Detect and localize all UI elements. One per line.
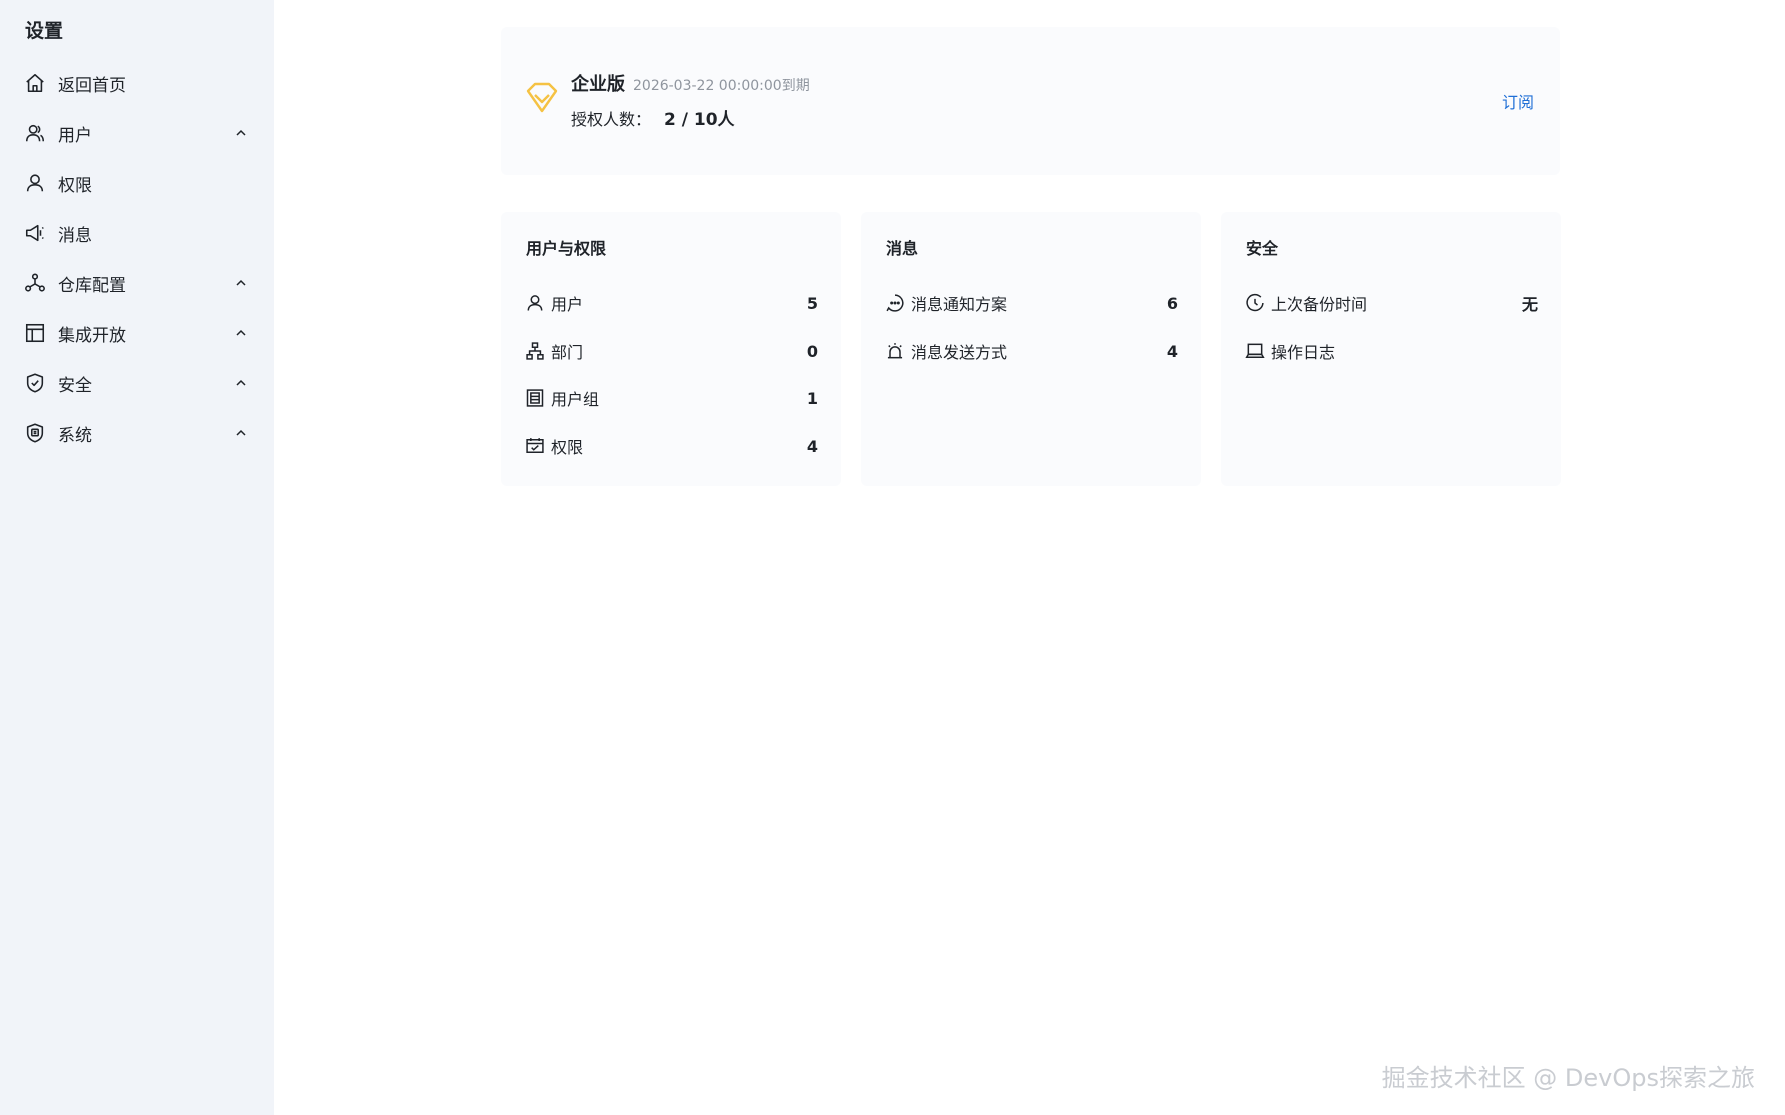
laptop-icon <box>1244 340 1266 362</box>
row-value: 无 <box>1521 295 1538 314</box>
sidebar-item-system[interactable]: 系统 <box>0 408 274 458</box>
sidebar-title: 设置 <box>25 20 64 42</box>
row-label: 消息发送方式 <box>911 343 1008 362</box>
chevron-up-icon <box>234 276 248 290</box>
row-label: 用户 <box>551 295 584 314</box>
hub-icon <box>23 271 47 295</box>
sidebar-item-label: 消息 <box>58 225 92 246</box>
row-value: 0 <box>806 341 818 361</box>
subscribe-link[interactable]: 订阅 <box>1502 89 1534 113</box>
row-value: 6 <box>1166 293 1178 313</box>
sidebar-nav: 返回首页 用户 权限 消息 仓库配置 集成开放 安全 系统 <box>0 58 274 458</box>
watermark: 掘金技术社区 @ DevOps探索之旅 <box>1381 1064 1755 1092</box>
card-title: 安全 <box>1246 239 1279 258</box>
card-title: 用户与权限 <box>526 239 607 258</box>
card-messages: 消息 消息通知方案 6 消息发送方式 4 <box>861 212 1201 486</box>
chevron-up-icon <box>234 326 248 340</box>
sidebar-item-integration[interactable]: 集成开放 <box>0 308 274 358</box>
chevron-up-icon <box>234 426 248 440</box>
row-value: 4 <box>1166 341 1178 361</box>
chevron-up-icon <box>234 376 248 390</box>
sidebar-item-label: 返回首页 <box>58 75 126 96</box>
shield-gear-icon <box>23 421 47 445</box>
home-icon <box>23 71 47 95</box>
sidebar-item-messages[interactable]: 消息 <box>0 208 274 258</box>
sidebar: 设置 返回首页 用户 权限 消息 仓库配置 集成开放 安全 系统 <box>0 0 274 1115</box>
sidebar-item-label: 安全 <box>58 375 92 396</box>
card-row-permissions[interactable]: 权限 4 <box>524 431 818 461</box>
shield-check-icon <box>23 371 47 395</box>
sidebar-item-label: 系统 <box>58 425 92 446</box>
license-edition: 企业版 <box>571 74 625 95</box>
card-row-notification-schemes[interactable]: 消息通知方案 6 <box>884 288 1178 318</box>
card-row-departments[interactable]: 部门 0 <box>524 336 818 366</box>
row-value: 1 <box>806 388 818 408</box>
user-icon <box>524 292 546 314</box>
card-row-user-groups[interactable]: 用户组 1 <box>524 383 818 413</box>
chat-bubble-icon <box>884 292 906 314</box>
sidebar-item-label: 权限 <box>58 175 92 196</box>
calendar-check-icon <box>524 435 546 457</box>
card-row-last-backup[interactable]: 上次备份时间 无 <box>1244 288 1538 318</box>
row-label: 操作日志 <box>1271 343 1336 362</box>
chevron-up-icon <box>234 126 248 140</box>
megaphone-icon <box>23 221 47 245</box>
license-seats-label: 授权人数： <box>571 110 652 129</box>
card-title: 消息 <box>886 239 919 258</box>
license-card <box>501 27 1560 175</box>
sidebar-item-label: 集成开放 <box>58 325 126 346</box>
card-security: 安全 上次备份时间 无 操作日志 <box>1221 212 1561 486</box>
sidebar-item-users[interactable]: 用户 <box>0 108 274 158</box>
row-label: 权限 <box>551 438 584 457</box>
row-label: 消息通知方案 <box>911 295 1008 314</box>
row-value: 4 <box>806 436 818 456</box>
row-value: 5 <box>806 293 818 313</box>
main-content: 企业版 2026-03-22 00:00:00到期 授权人数： 2 / 10人 … <box>274 0 1785 1115</box>
row-label: 部门 <box>551 343 584 362</box>
card-row-users[interactable]: 用户 5 <box>524 288 818 318</box>
card-row-operation-logs[interactable]: 操作日志 <box>1244 336 1538 366</box>
diamond-icon <box>524 80 560 116</box>
layout-icon <box>23 321 47 345</box>
sidebar-item-permissions[interactable]: 权限 <box>0 158 274 208</box>
user-icon <box>23 171 47 195</box>
alarm-icon <box>884 340 906 362</box>
building-icon <box>524 387 546 409</box>
row-label: 用户组 <box>551 390 600 409</box>
sidebar-item-label: 用户 <box>58 125 92 146</box>
sidebar-item-label: 仓库配置 <box>58 275 126 296</box>
license-seats-value: 2 / 10人 <box>664 110 735 130</box>
org-chart-icon <box>524 340 546 362</box>
sidebar-item-security[interactable]: 安全 <box>0 358 274 408</box>
license-expiry: 2026-03-22 00:00:00到期 <box>633 78 810 94</box>
card-users-permissions: 用户与权限 用户 5 部门 0 用户组 1 权限 4 <box>501 212 841 486</box>
sidebar-item-repo-config[interactable]: 仓库配置 <box>0 258 274 308</box>
sidebar-item-home[interactable]: 返回首页 <box>0 58 274 108</box>
users-icon <box>23 121 47 145</box>
row-label: 上次备份时间 <box>1271 295 1368 314</box>
card-row-send-methods[interactable]: 消息发送方式 4 <box>884 336 1178 366</box>
clock-icon <box>1244 292 1266 314</box>
